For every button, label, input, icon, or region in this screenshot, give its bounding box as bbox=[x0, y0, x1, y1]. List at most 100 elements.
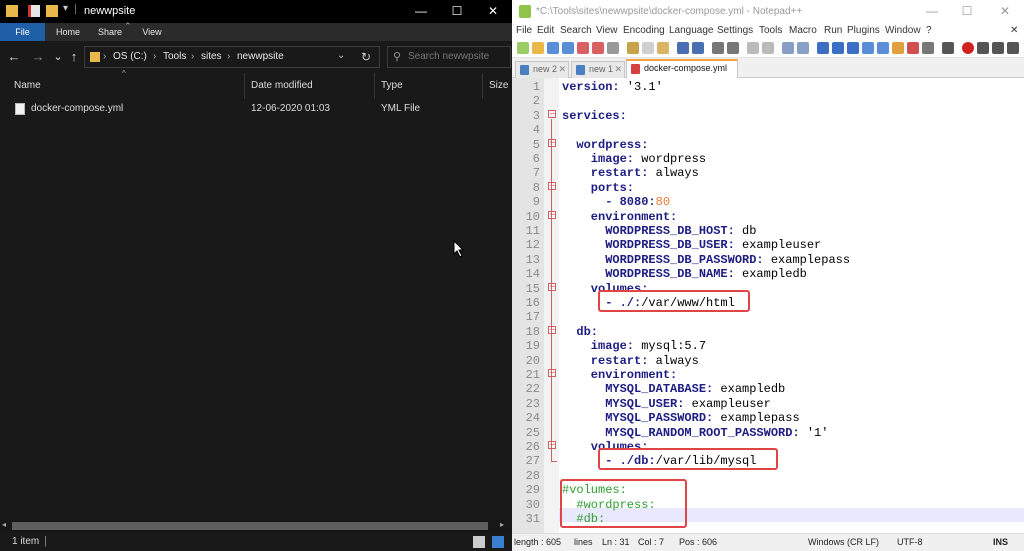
horizontal-scrollbar[interactable]: ◂ ▸ bbox=[0, 519, 512, 533]
menu-tools[interactable]: Tools bbox=[759, 25, 782, 36]
code-line[interactable]: MYSQL_PASSWORD: examplepass bbox=[562, 411, 799, 425]
menu-plugins[interactable]: Plugins bbox=[847, 25, 880, 36]
eye-icon[interactable] bbox=[942, 42, 954, 54]
refresh-icon[interactable]: ↻ bbox=[361, 50, 371, 64]
menu-close-document[interactable]: ✕ bbox=[1010, 25, 1018, 36]
play-macro-icon[interactable] bbox=[992, 42, 1004, 54]
code-line[interactable]: WORDPRESS_DB_USER: exampleuser bbox=[562, 238, 821, 252]
sync-vertical-icon[interactable] bbox=[782, 42, 794, 54]
minimize-button[interactable]: — bbox=[404, 0, 438, 23]
code-line[interactable]: environment: bbox=[562, 210, 677, 224]
fold-toggle-icon[interactable]: − bbox=[548, 182, 556, 190]
menu-help[interactable]: ? bbox=[926, 25, 932, 36]
redo-icon[interactable] bbox=[692, 42, 704, 54]
large-icons-view-icon[interactable] bbox=[492, 536, 504, 548]
close-button[interactable]: ✕ bbox=[990, 0, 1020, 23]
user-defined-language-icon[interactable] bbox=[907, 42, 919, 54]
fold-toggle-icon[interactable]: − bbox=[548, 139, 556, 147]
menu-encoding[interactable]: Encoding bbox=[623, 25, 665, 36]
new-folder-icon[interactable] bbox=[46, 5, 58, 17]
close-all-icon[interactable] bbox=[592, 42, 604, 54]
search-input[interactable] bbox=[408, 51, 508, 62]
word-wrap-icon[interactable] bbox=[817, 42, 829, 54]
menu-search[interactable]: Search bbox=[560, 25, 592, 36]
code-line[interactable]: WORDPRESS_DB_NAME: exampledb bbox=[562, 267, 807, 281]
save-all-icon[interactable] bbox=[562, 42, 574, 54]
copy-icon[interactable] bbox=[642, 42, 654, 54]
menu-macro[interactable]: Macro bbox=[789, 25, 817, 36]
save-macro-icon[interactable] bbox=[1007, 42, 1019, 54]
column-date-modified[interactable]: Date modified bbox=[245, 73, 375, 99]
column-name[interactable]: Name bbox=[8, 73, 245, 99]
paste-icon[interactable] bbox=[657, 42, 669, 54]
zoom-out-icon[interactable] bbox=[762, 42, 774, 54]
new-file-icon[interactable] bbox=[517, 42, 529, 54]
stop-recording-icon[interactable] bbox=[977, 42, 989, 54]
address-bar[interactable]: › OS (C:) › Tools › sites › newwpsite ⌄ … bbox=[84, 46, 380, 68]
monitoring-icon[interactable] bbox=[922, 42, 934, 54]
code-line[interactable]: image: wordpress bbox=[562, 152, 706, 166]
menu-file[interactable]: File bbox=[516, 25, 532, 36]
file-row[interactable]: docker-compose.yml 12-06-2020 01:03 YML … bbox=[0, 100, 512, 118]
tab-close-icon[interactable]: ✕ bbox=[558, 62, 566, 77]
code-line[interactable]: MYSQL_DATABASE: exampledb bbox=[562, 382, 785, 396]
code-line[interactable]: ports: bbox=[562, 181, 634, 195]
breadcrumb-drive[interactable]: OS (C:) bbox=[113, 51, 147, 62]
tab-new-2[interactable]: new 2 ✕ bbox=[515, 61, 569, 78]
tab-docker-compose[interactable]: docker-compose.yml bbox=[626, 59, 738, 78]
recent-locations-icon[interactable]: ⌄ bbox=[50, 49, 66, 65]
fold-toggle-icon[interactable]: − bbox=[548, 283, 556, 291]
fold-toggle-icon[interactable]: − bbox=[548, 441, 556, 449]
column-size[interactable]: Size bbox=[483, 73, 512, 99]
fold-toggle-icon[interactable]: − bbox=[548, 110, 556, 118]
sync-horizontal-icon[interactable] bbox=[797, 42, 809, 54]
quick-access-dropdown-icon[interactable]: ▾ bbox=[63, 3, 68, 14]
breadcrumb-newwpsite[interactable]: newwpsite bbox=[237, 51, 284, 62]
close-file-icon[interactable] bbox=[577, 42, 589, 54]
forward-arrow-icon[interactable]: → bbox=[30, 49, 46, 65]
tab-close-icon[interactable]: ✕ bbox=[614, 62, 622, 77]
fold-toggle-icon[interactable]: − bbox=[548, 326, 556, 334]
code-line[interactable]: WORDPRESS_DB_HOST: db bbox=[562, 224, 756, 238]
function-list-icon[interactable] bbox=[877, 42, 889, 54]
properties-icon[interactable] bbox=[28, 5, 40, 17]
back-arrow-icon[interactable]: ← bbox=[6, 49, 22, 65]
ribbon-expand-icon[interactable]: ⌃ bbox=[124, 21, 132, 32]
scroll-left-icon[interactable]: ◂ bbox=[2, 520, 6, 529]
fold-toggle-icon[interactable]: − bbox=[548, 211, 556, 219]
code-line[interactable]: wordpress: bbox=[562, 138, 648, 152]
search-box[interactable]: ⚲ bbox=[387, 46, 511, 68]
zoom-in-icon[interactable] bbox=[747, 42, 759, 54]
maximize-button[interactable]: ☐ bbox=[952, 0, 982, 23]
menu-view[interactable]: View bbox=[596, 25, 618, 36]
code-line[interactable]: MYSQL_USER: exampleuser bbox=[562, 397, 771, 411]
close-button[interactable]: ✕ bbox=[476, 0, 510, 23]
menu-window[interactable]: Window bbox=[885, 25, 921, 36]
tab-file[interactable]: File bbox=[0, 23, 45, 41]
fold-toggle-icon[interactable]: − bbox=[548, 369, 556, 377]
minimize-button[interactable]: — bbox=[917, 0, 947, 23]
menu-edit[interactable]: Edit bbox=[537, 25, 554, 36]
code-editor[interactable]: 1 version: '3.1' 2 3 services: 4 5 wordpress: 6… bbox=[512, 78, 1024, 533]
code-line[interactable]: version: '3.1' bbox=[562, 80, 663, 94]
save-icon[interactable] bbox=[547, 42, 559, 54]
code-line[interactable]: - 8080:80 bbox=[562, 195, 670, 209]
print-icon[interactable] bbox=[607, 42, 619, 54]
maximize-button[interactable]: ☐ bbox=[440, 0, 474, 23]
details-view-icon[interactable] bbox=[473, 536, 485, 548]
code-line[interactable]: services: bbox=[562, 109, 627, 123]
breadcrumb-tools[interactable]: Tools bbox=[163, 51, 186, 62]
menu-settings[interactable]: Settings bbox=[717, 25, 753, 36]
menu-run[interactable]: Run bbox=[824, 25, 842, 36]
cut-icon[interactable] bbox=[627, 42, 639, 54]
status-eol[interactable]: Windows (CR LF) bbox=[808, 537, 879, 547]
code-line[interactable]: db: bbox=[562, 325, 598, 339]
replace-icon[interactable] bbox=[727, 42, 739, 54]
code-line[interactable]: MYSQL_RANDOM_ROOT_PASSWORD: '1' bbox=[562, 426, 828, 440]
code-line[interactable]: restart: always bbox=[562, 354, 699, 368]
indent-guide-icon[interactable] bbox=[847, 42, 859, 54]
status-encoding[interactable]: UTF-8 bbox=[897, 537, 923, 547]
breadcrumb-sites[interactable]: sites bbox=[201, 51, 222, 62]
open-file-icon[interactable] bbox=[532, 42, 544, 54]
menu-language[interactable]: Language bbox=[669, 25, 714, 36]
